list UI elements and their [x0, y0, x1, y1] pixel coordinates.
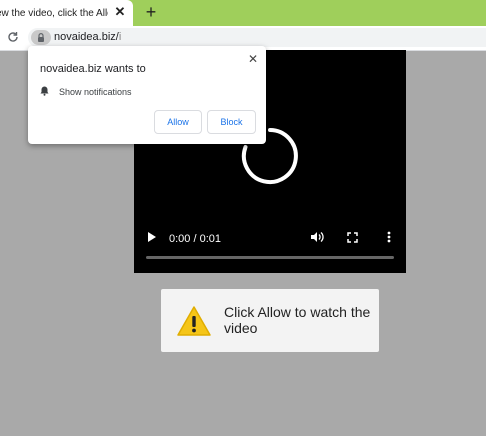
fullscreen-icon[interactable]: [347, 232, 358, 246]
tab-bar: ew the video, click the Allow ✕ +: [0, 0, 486, 26]
new-tab-button[interactable]: +: [141, 2, 161, 22]
popup-close-icon[interactable]: ✕: [246, 52, 260, 66]
url-caret: i: [118, 31, 122, 43]
tab-close-icon[interactable]: ✕: [113, 4, 127, 20]
allow-notice-box: Click Allow to watch the video: [161, 289, 379, 352]
time-display: 0:00 / 0:01: [169, 233, 221, 245]
allow-button[interactable]: Allow: [154, 110, 202, 134]
bell-icon: [40, 83, 49, 101]
progress-bar[interactable]: [146, 256, 394, 259]
play-icon[interactable]: [147, 231, 157, 246]
warning-icon: [176, 305, 212, 342]
popup-title: novaidea.biz wants to: [40, 63, 146, 75]
url-text: novaidea.biz/i: [54, 31, 122, 43]
notice-text: Click Allow to watch the video: [224, 304, 371, 336]
lock-icon[interactable]: [31, 30, 51, 45]
reload-icon[interactable]: [5, 29, 21, 45]
permission-label: Show notifications: [59, 87, 132, 97]
notification-permission-popup: novaidea.biz wants to ✕ Show notificatio…: [28, 46, 266, 144]
tab-title: ew the video, click the Allow: [0, 7, 108, 19]
more-options-icon[interactable]: [387, 231, 391, 246]
permission-row: Show notifications: [40, 83, 132, 101]
address-bar[interactable]: novaidea.biz/i: [28, 28, 486, 47]
volume-icon[interactable]: [310, 231, 324, 246]
block-button[interactable]: Block: [207, 110, 256, 134]
active-tab[interactable]: ew the video, click the Allow ✕: [0, 0, 133, 26]
